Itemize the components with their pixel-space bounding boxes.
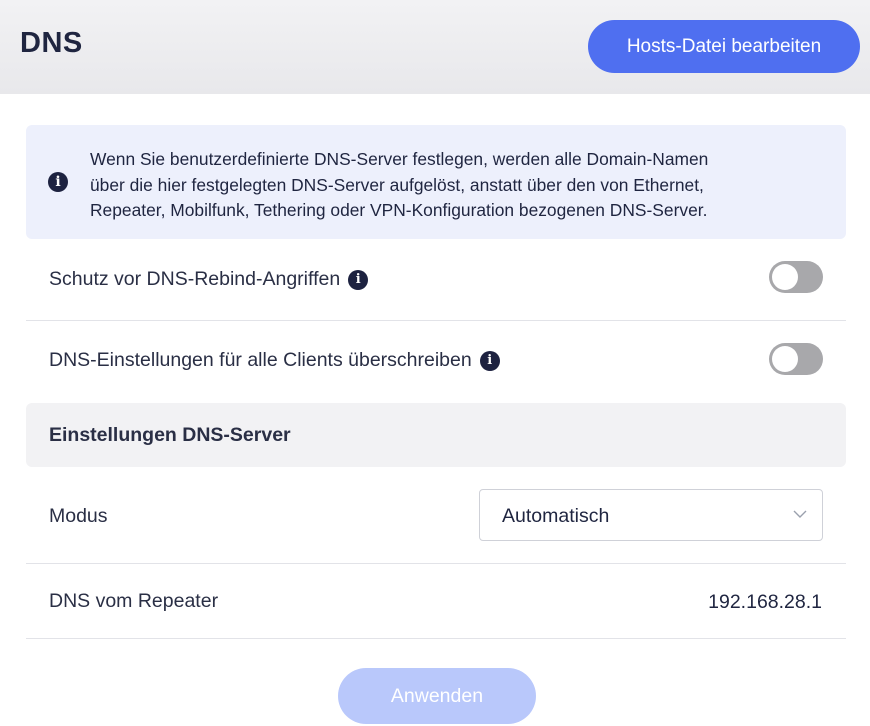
page-header: DNS Hosts-Datei bearbeiten <box>0 0 870 94</box>
rebind-protection-row: Schutz vor DNS-Rebind-Angriffen i <box>26 239 846 321</box>
rebind-protection-toggle[interactable] <box>769 261 823 293</box>
info-text-line: Repeater, Mobilfunk, Tethering oder VPN-… <box>90 200 708 220</box>
rebind-protection-label: Schutz vor DNS-Rebind-Angriffen <box>49 268 341 290</box>
repeater-dns-value: 192.168.28.1 <box>708 591 822 613</box>
info-banner: i Wenn Sie benutzerdefinierte DNS-Server… <box>26 125 846 239</box>
page-title: DNS <box>20 27 83 59</box>
info-icon: i <box>48 172 68 192</box>
apply-button[interactable]: Anwenden <box>338 668 536 724</box>
repeater-dns-label: DNS vom Repeater <box>49 590 219 612</box>
override-dns-label-group: DNS-Einstellungen für alle Clients übers… <box>49 349 500 372</box>
section-title: Einstellungen DNS-Server <box>49 424 291 446</box>
edit-hosts-file-button[interactable]: Hosts-Datei bearbeiten <box>588 20 860 73</box>
override-dns-toggle[interactable] <box>769 343 823 375</box>
override-dns-row: DNS-Einstellungen für alle Clients übers… <box>26 321 846 403</box>
chevron-down-icon <box>793 510 807 518</box>
mode-label: Modus <box>49 505 108 527</box>
mode-select-value: Automatisch <box>502 505 610 527</box>
rebind-protection-label-group: Schutz vor DNS-Rebind-Angriffen i <box>49 268 369 291</box>
mode-select[interactable]: Automatisch <box>479 489 823 541</box>
info-text: Wenn Sie benutzerdefinierte DNS-Server f… <box>90 147 830 224</box>
info-text-line: über die hier festgelegten DNS-Server au… <box>90 174 704 195</box>
dns-server-section-header: Einstellungen DNS-Server <box>26 403 846 467</box>
info-icon[interactable]: i <box>479 350 500 371</box>
toggle-knob <box>772 346 798 372</box>
toggle-knob <box>772 264 798 290</box>
info-icon[interactable]: i <box>348 269 369 290</box>
info-text-line: Wenn Sie benutzerdefinierte DNS-Server f… <box>90 149 709 169</box>
override-dns-label: DNS-Einstellungen für alle Clients übers… <box>49 349 472 371</box>
